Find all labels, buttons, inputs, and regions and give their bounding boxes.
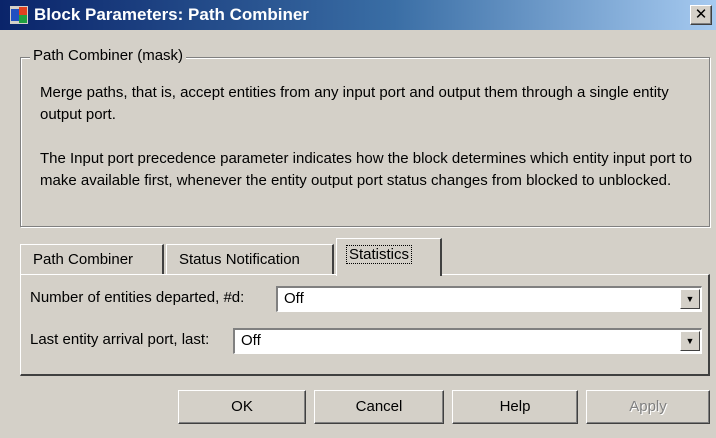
simulink-block-icon xyxy=(10,6,28,24)
tab-path-combiner[interactable]: Path Combiner xyxy=(20,244,164,274)
tab-label: Path Combiner xyxy=(33,251,134,268)
cancel-button[interactable]: Cancel xyxy=(314,390,444,424)
entities-departed-label: Number of entities departed, #d: xyxy=(30,289,245,306)
tab-statistics[interactable]: Statistics xyxy=(336,238,442,276)
entities-departed-select[interactable]: Off ▼ xyxy=(276,286,702,312)
select-value: Off xyxy=(284,290,304,307)
select-value: Off xyxy=(241,332,261,349)
close-button[interactable]: ✕ xyxy=(690,5,712,25)
last-arrival-port-select[interactable]: Off ▼ xyxy=(233,328,702,354)
help-button[interactable]: Help xyxy=(452,390,578,424)
window-title: Block Parameters: Path Combiner xyxy=(34,5,309,24)
tab-label: Statistics xyxy=(346,245,413,264)
title-bar[interactable]: Block Parameters: Path Combiner ✕ xyxy=(0,0,716,30)
dropdown-arrow-icon[interactable]: ▼ xyxy=(680,289,700,309)
ok-button[interactable]: OK xyxy=(178,390,306,424)
tab-label: Status Notification xyxy=(179,251,300,268)
tab-status-notification[interactable]: Status Notification xyxy=(166,244,334,274)
description-text-2: The Input port precedence parameter indi… xyxy=(40,150,693,189)
description-text-1: Merge paths, that is, accept entities fr… xyxy=(40,84,669,123)
close-icon: ✕ xyxy=(694,6,708,23)
group-legend: Path Combiner (mask) xyxy=(30,47,187,64)
dropdown-arrow-icon[interactable]: ▼ xyxy=(680,331,700,351)
apply-button[interactable]: Apply xyxy=(586,390,710,424)
last-arrival-port-label: Last entity arrival port, last: xyxy=(30,331,210,348)
